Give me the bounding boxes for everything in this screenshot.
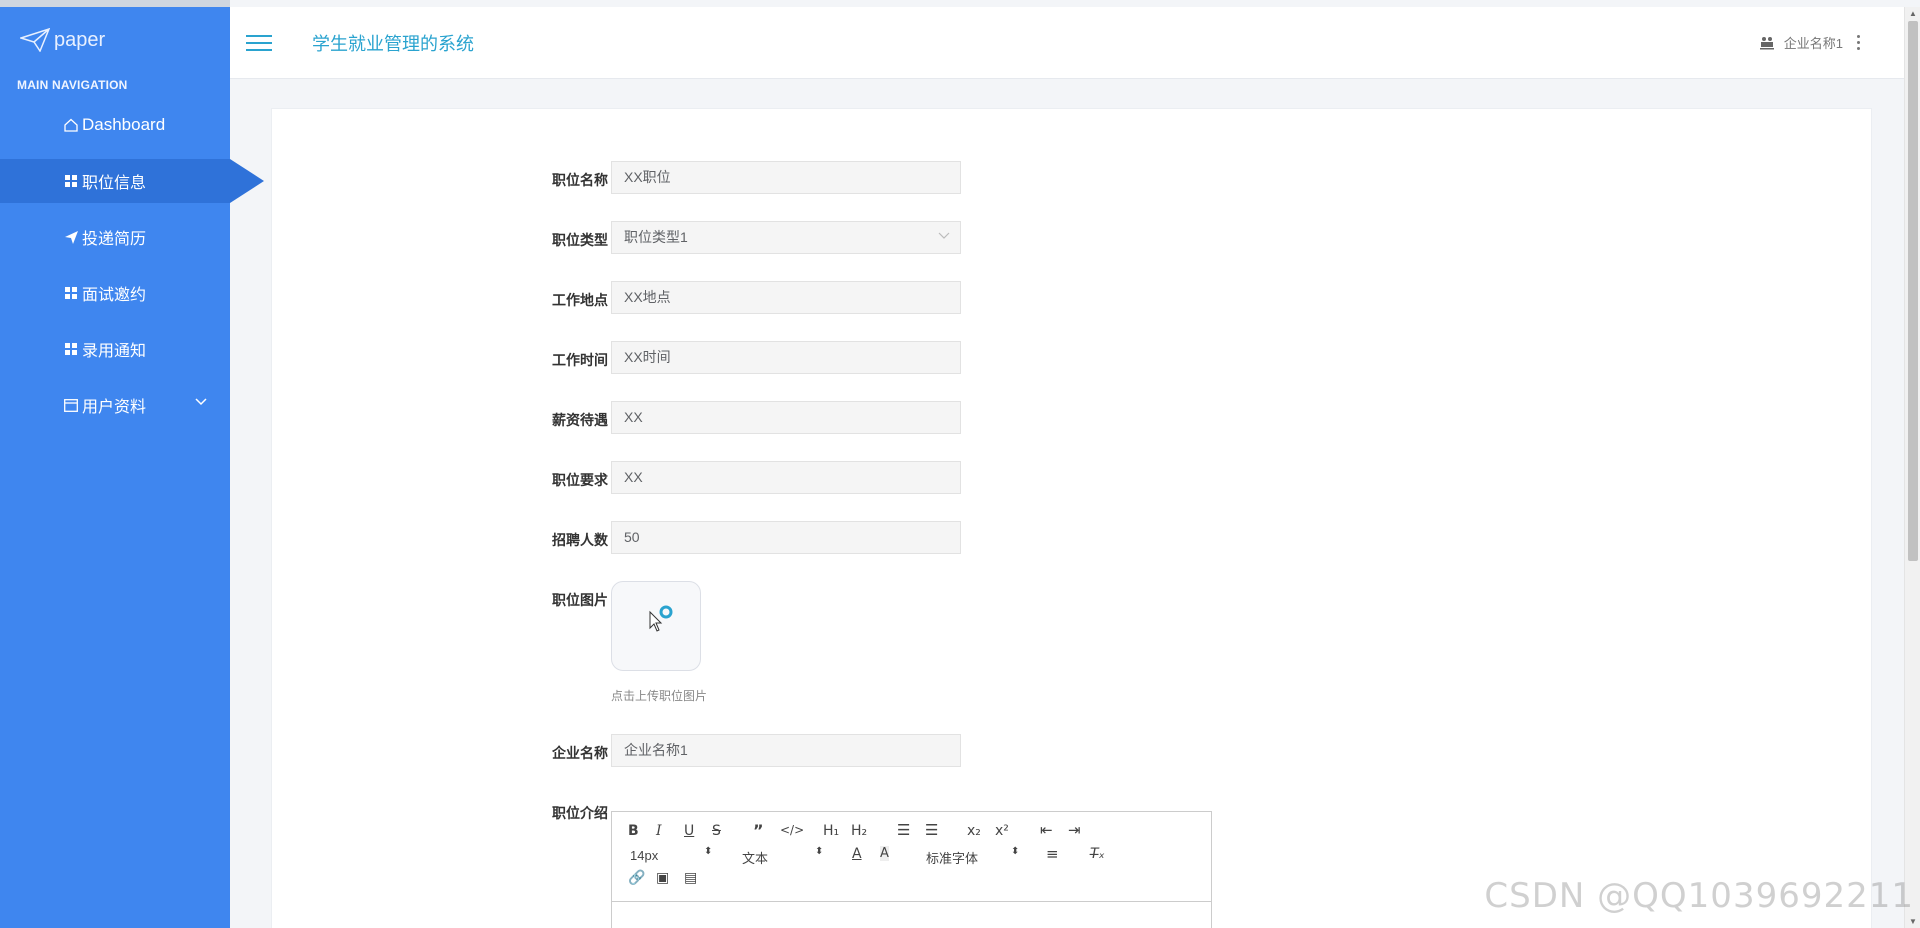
field-label-salary: 薪资待遇 <box>552 412 608 428</box>
job-name-input[interactable]: XX职位 <box>611 161 961 194</box>
sidebar-item-offer[interactable]: 录用通知 <box>0 327 230 371</box>
scrollbar-thumb[interactable] <box>1908 21 1918 561</box>
video-icon[interactable]: ▤ <box>684 870 697 886</box>
headcount-input[interactable]: 50 <box>611 521 961 554</box>
underline-button[interactable]: U <box>684 823 694 839</box>
bold-button[interactable]: B <box>628 823 639 839</box>
scroll-down-icon[interactable]: ▼ <box>1909 917 1917 926</box>
clear-format-icon[interactable]: T̶ₓ <box>1090 846 1105 862</box>
sidebar-item-label: 职位信息 <box>82 175 147 192</box>
font-size-select[interactable]: 14px <box>630 848 658 863</box>
work-time-input[interactable]: XX时间 <box>611 341 961 374</box>
grid-icon <box>64 174 78 188</box>
company-name-input[interactable]: 企业名称1 <box>611 734 961 767</box>
outdent-icon[interactable]: ⇤ <box>1040 821 1053 839</box>
background-color-icon[interactable]: A <box>880 846 889 861</box>
image-icon[interactable]: ▣ <box>656 870 669 886</box>
text-color-icon[interactable]: A <box>852 846 862 862</box>
chevron-down-icon <box>938 232 950 239</box>
home-icon <box>64 118 78 132</box>
link-icon[interactable]: 🔗 <box>628 870 645 886</box>
job-type-value: 职位类型1 <box>624 229 688 245</box>
job-type-select[interactable]: 职位类型1 <box>611 221 961 254</box>
menu-toggle-icon[interactable] <box>246 30 272 56</box>
strike-button[interactable]: S <box>712 823 721 839</box>
logo-text: paper <box>54 28 106 51</box>
sidebar-item-label: Dashboard <box>82 115 166 134</box>
bullet-list-icon[interactable]: ☰ <box>925 821 938 839</box>
superscript-button[interactable]: x² <box>995 823 1009 839</box>
system-title: 学生就业管理的系统 <box>312 33 474 54</box>
field-label-requirements: 职位要求 <box>552 472 608 488</box>
calendar-icon <box>64 398 78 412</box>
h2-button[interactable]: H₂ <box>851 823 867 839</box>
field-label-location: 工作地点 <box>552 292 608 308</box>
grid-icon <box>64 286 78 300</box>
sidebar: paper MAIN NAVIGATION Dashboard 职位信息 投递简… <box>0 0 264 928</box>
image-upload-hint: 点击上传职位图片 <box>611 689 708 703</box>
sidebar-item-label: 面试邀约 <box>82 287 147 304</box>
page-scrollbar[interactable]: ▲ ▼ <box>1904 7 1920 928</box>
sidebar-item-label: 用户资料 <box>82 399 147 416</box>
code-icon[interactable]: </> <box>780 823 804 837</box>
grid-icon <box>64 342 78 356</box>
sidebar-item-label: 投递简历 <box>82 231 147 248</box>
ordered-list-icon[interactable]: ☰ <box>897 821 910 839</box>
paper-plane-icon <box>64 230 78 244</box>
requirements-input[interactable]: XX <box>611 461 961 494</box>
top-header: 学生就业管理的系统 企业名称1 <box>230 7 1904 79</box>
field-label-headcount: 招聘人数 <box>552 532 608 548</box>
field-label-work-time: 工作时间 <box>552 352 608 368</box>
quote-icon[interactable]: ” <box>753 821 764 840</box>
align-icon[interactable]: ≡ <box>1046 845 1059 863</box>
scroll-up-icon[interactable]: ▲ <box>1909 9 1917 18</box>
user-name[interactable]: 企业名称1 <box>1784 33 1843 52</box>
user-area: 企业名称1 <box>1759 33 1860 52</box>
field-label-job-name: 职位名称 <box>552 172 608 188</box>
nav-header: MAIN NAVIGATION <box>17 78 128 92</box>
image-upload-box[interactable] <box>611 581 701 671</box>
field-label-job-type: 职位类型 <box>552 232 608 248</box>
watermark: CSDN @QQ1039692211 <box>1484 876 1914 916</box>
work-location-input[interactable]: XX地点 <box>611 281 961 314</box>
sidebar-item-resume[interactable]: 投递简历 <box>0 215 230 259</box>
subscript-button[interactable]: x₂ <box>967 823 981 839</box>
select-arrows-icon: ⬍ <box>704 846 713 857</box>
field-label-company: 企业名称 <box>552 745 608 761</box>
editor-toolbar: B I U S ” </> H₁ H₂ ☰ ☰ x₂ x² ⇤ ⇥ 14px ⬍… <box>612 812 1211 902</box>
sidebar-item-user-profile[interactable]: 用户资料 <box>0 383 230 427</box>
form-card: 职位名称 XX职位 职位类型 职位类型1 工作地点 XX地点 工作时间 XX时间… <box>271 108 1872 928</box>
font-family-select[interactable]: 标准字体 <box>926 848 978 867</box>
logo[interactable]: paper <box>0 7 230 73</box>
loading-cursor-icon <box>649 605 673 632</box>
select-arrows-icon: ⬍ <box>815 846 824 857</box>
sidebar-item-interview[interactable]: 面试邀约 <box>0 271 230 315</box>
heading-select[interactable]: 文本 <box>742 848 768 867</box>
sidebar-item-dashboard[interactable]: Dashboard <box>0 103 230 147</box>
more-vertical-icon[interactable] <box>1857 34 1860 52</box>
chevron-down-icon <box>195 398 207 406</box>
salary-input[interactable]: XX <box>611 401 961 434</box>
paper-plane-logo-icon <box>20 28 50 52</box>
field-label-job-image: 职位图片 <box>552 592 608 608</box>
sidebar-item-job-info[interactable]: 职位信息 <box>0 159 264 203</box>
indent-icon[interactable]: ⇥ <box>1068 821 1081 839</box>
main-nav: Dashboard 职位信息 投递简历 面试邀约 录用通知 用户资料 <box>0 103 264 427</box>
h1-button[interactable]: H₁ <box>823 823 839 839</box>
select-arrows-icon: ⬍ <box>1011 846 1020 857</box>
rich-text-editor: B I U S ” </> H₁ H₂ ☰ ☰ x₂ x² ⇤ ⇥ 14px ⬍… <box>611 811 1212 928</box>
sidebar-item-label: 录用通知 <box>82 343 147 360</box>
field-label-job-intro: 职位介绍 <box>552 805 608 821</box>
user-group-icon <box>1759 36 1774 49</box>
italic-button[interactable]: I <box>656 823 662 839</box>
